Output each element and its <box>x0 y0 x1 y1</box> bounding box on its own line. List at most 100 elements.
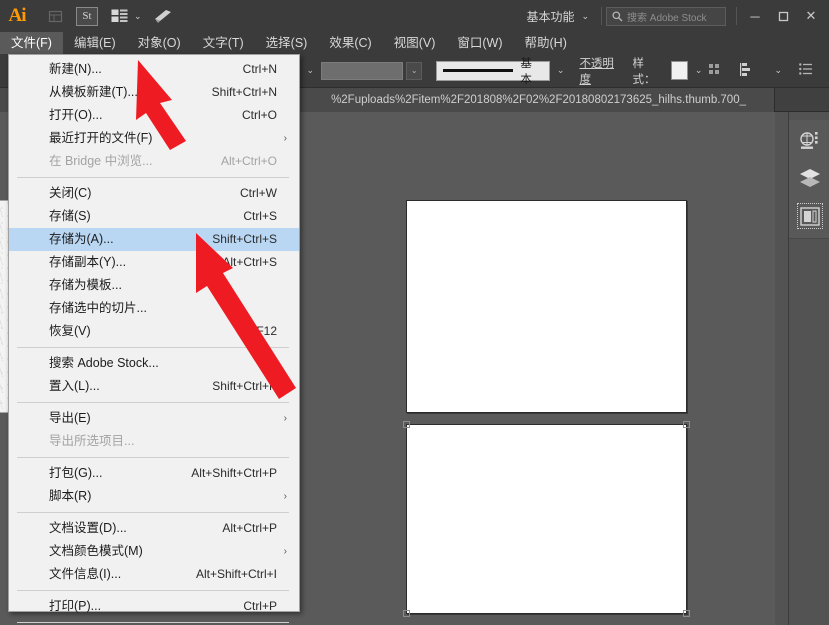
menu-item-new-from-template[interactable]: 从模板新建(T)... Shift+Ctrl+N <box>9 81 299 104</box>
menu-window[interactable]: 窗口(W) <box>446 32 513 54</box>
menu-item-print[interactable]: 打印(P)... Ctrl+P <box>9 595 299 618</box>
artboard-handle-br[interactable] <box>683 610 690 617</box>
menu-item-file-info[interactable]: 文件信息(I)... Alt+Shift+Ctrl+I <box>9 563 299 586</box>
workspace-switcher[interactable]: 基本功能 ⌄ <box>518 5 597 27</box>
transform-chevron-down-icon[interactable]: ⌄ <box>774 65 782 76</box>
document-tab-title: %2Fuploads%2Fitem%2F201808%2F02%2F201808… <box>331 94 746 106</box>
menu-item-label: 最近打开的文件(F) <box>49 131 153 145</box>
menu-separator <box>17 512 289 513</box>
menu-item-new[interactable]: 新建(N)... Ctrl+N <box>9 58 299 81</box>
minimize-button[interactable]: ─ <box>741 0 769 32</box>
menu-file[interactable]: 文件(F) <box>0 32 63 54</box>
menu-item-label: 导出所选项目... <box>49 434 135 448</box>
app-logo-icon: Ai <box>8 5 27 26</box>
artboard-handle-tl[interactable] <box>403 421 410 428</box>
arrange-documents-icon[interactable] <box>106 5 132 27</box>
properties-panel-icon[interactable] <box>798 128 822 152</box>
menu-edit[interactable]: 编辑(E) <box>63 32 127 54</box>
maximize-button[interactable] <box>769 0 797 32</box>
menu-separator <box>17 622 289 623</box>
menu-effect[interactable]: 效果(C) <box>318 32 382 54</box>
artboard-1[interactable] <box>406 200 687 413</box>
menu-separator <box>17 590 289 591</box>
stroke-chevron-down-icon[interactable]: ⌄ <box>550 65 572 76</box>
stock-search-input[interactable]: 搜索 Adobe Stock <box>606 6 726 26</box>
submenu-arrow-icon: › <box>283 133 287 144</box>
menu-item-label: 恢复(V) <box>49 324 91 338</box>
menu-item-revert[interactable]: 恢复(V) F12 <box>9 320 299 343</box>
stock-icon[interactable]: St <box>76 6 98 26</box>
menu-item-accel: Alt+Shift+Ctrl+P <box>191 466 277 480</box>
menu-item-document-color-mode[interactable]: 文档颜色模式(M) › <box>9 540 299 563</box>
menu-item-scripts[interactable]: 脚本(R) › <box>9 485 299 508</box>
arrange-chevron-down-icon[interactable]: ⌄ <box>134 11 142 22</box>
menu-item-label: 存储为(A)... <box>49 232 114 246</box>
menu-item-export[interactable]: 导出(E) › <box>9 407 299 430</box>
workspace-label: 基本功能 <box>526 9 575 24</box>
menu-object[interactable]: 对象(O) <box>127 32 192 54</box>
artboard-handle-tr[interactable] <box>683 421 690 428</box>
menu-item-place[interactable]: 置入(L)... Shift+Ctrl+P <box>9 375 299 398</box>
submenu-arrow-icon: › <box>283 546 287 557</box>
bridge-icon[interactable] <box>42 5 68 27</box>
fill-chevron-down-icon[interactable]: ⌄ <box>406 61 423 80</box>
menu-view[interactable]: 视图(V) <box>383 32 447 54</box>
menu-item-save-as-template[interactable]: 存储为模板... <box>9 274 299 297</box>
menu-item-accel: Ctrl+S <box>243 209 277 223</box>
menu-item-label: 文档设置(D)... <box>49 521 127 535</box>
align-icon[interactable] <box>709 63 723 78</box>
panel-options-icon[interactable] <box>799 63 813 78</box>
menu-item-save[interactable]: 存储(S) Ctrl+S <box>9 205 299 228</box>
menu-item-close[interactable]: 关闭(C) Ctrl+W <box>9 182 299 205</box>
menu-item-accel: Ctrl+W <box>240 186 277 200</box>
search-icon <box>612 10 623 21</box>
stock-search-placeholder: 搜索 Adobe Stock <box>627 12 707 24</box>
menu-item-label: 导出(E) <box>49 411 91 425</box>
titlebar-divider-2 <box>736 7 737 25</box>
artboard-handle-bl[interactable] <box>403 610 410 617</box>
menu-item-package[interactable]: 打包(G)... Alt+Shift+Ctrl+P <box>9 462 299 485</box>
menu-item-open-recent[interactable]: 最近打开的文件(F) › <box>9 127 299 150</box>
menu-item-label: 打开(O)... <box>49 108 103 122</box>
titlebar-divider <box>601 7 602 25</box>
menu-item-label: 从模板新建(T)... <box>49 85 138 99</box>
menu-separator <box>17 402 289 403</box>
menu-item-label: 置入(L)... <box>49 379 100 393</box>
workspace-chevron-down-icon: ⌄ <box>581 10 589 21</box>
file-dropdown-menu[interactable]: 新建(N)... Ctrl+N 从模板新建(T)... Shift+Ctrl+N… <box>8 54 300 623</box>
style-swatch[interactable] <box>671 61 688 80</box>
layers-panel-icon[interactable] <box>798 166 822 190</box>
panel-dock-group <box>789 120 829 239</box>
menu-item-save-a-copy[interactable]: 存储副本(Y)... Alt+Ctrl+S <box>9 251 299 274</box>
stroke-profile-selector[interactable]: 基本 <box>436 58 550 86</box>
menu-item-accel: Shift+Ctrl+S <box>212 232 277 246</box>
stroke-preview-icon <box>443 69 514 72</box>
submenu-arrow-icon: › <box>283 491 287 502</box>
menu-help[interactable]: 帮助(H) <box>514 32 578 54</box>
artboards-panel-icon[interactable] <box>796 203 823 229</box>
fill-color-field[interactable] <box>321 61 404 80</box>
menu-item-save-as[interactable]: 存储为(A)... Shift+Ctrl+S <box>9 228 299 251</box>
control-bar-chevron-down-icon[interactable]: ⌄ <box>300 65 322 76</box>
menu-item-search-adobe-stock[interactable]: 搜索 Adobe Stock... <box>9 352 299 375</box>
menu-item-label: 在 Bridge 中浏览... <box>49 154 153 168</box>
style-chevron-down-icon[interactable]: ⌄ <box>688 65 710 76</box>
menu-item-label: 脚本(R) <box>49 489 92 503</box>
puppet-warp-icon[interactable] <box>150 5 176 27</box>
menu-item-label: 存储(S) <box>49 209 91 223</box>
menu-item-label: 存储为模板... <box>49 278 122 292</box>
artboard-2[interactable] <box>403 421 690 617</box>
menu-item-label: 搜索 Adobe Stock... <box>49 356 159 370</box>
menu-item-document-setup[interactable]: 文档设置(D)... Alt+Ctrl+P <box>9 517 299 540</box>
menu-item-save-selected-slices[interactable]: 存储选中的切片... <box>9 297 299 320</box>
menu-item-open[interactable]: 打开(O)... Ctrl+O <box>9 104 299 127</box>
menu-select[interactable]: 选择(S) <box>255 32 319 54</box>
close-button[interactable]: ✕ <box>797 0 825 32</box>
opacity-label[interactable]: 不透明度 <box>579 55 624 87</box>
menu-item-label: 打包(G)... <box>49 466 103 480</box>
menu-item-label: 文档颜色模式(M) <box>49 544 143 558</box>
transform-icon[interactable] <box>740 62 755 79</box>
title-bar: Ai St ⌄ 基本功能 ⌄ 搜索 Adobe Stock ─ ✕ <box>0 0 829 32</box>
menu-type[interactable]: 文字(T) <box>192 32 255 54</box>
menu-item-label: 存储选中的切片... <box>49 301 147 315</box>
